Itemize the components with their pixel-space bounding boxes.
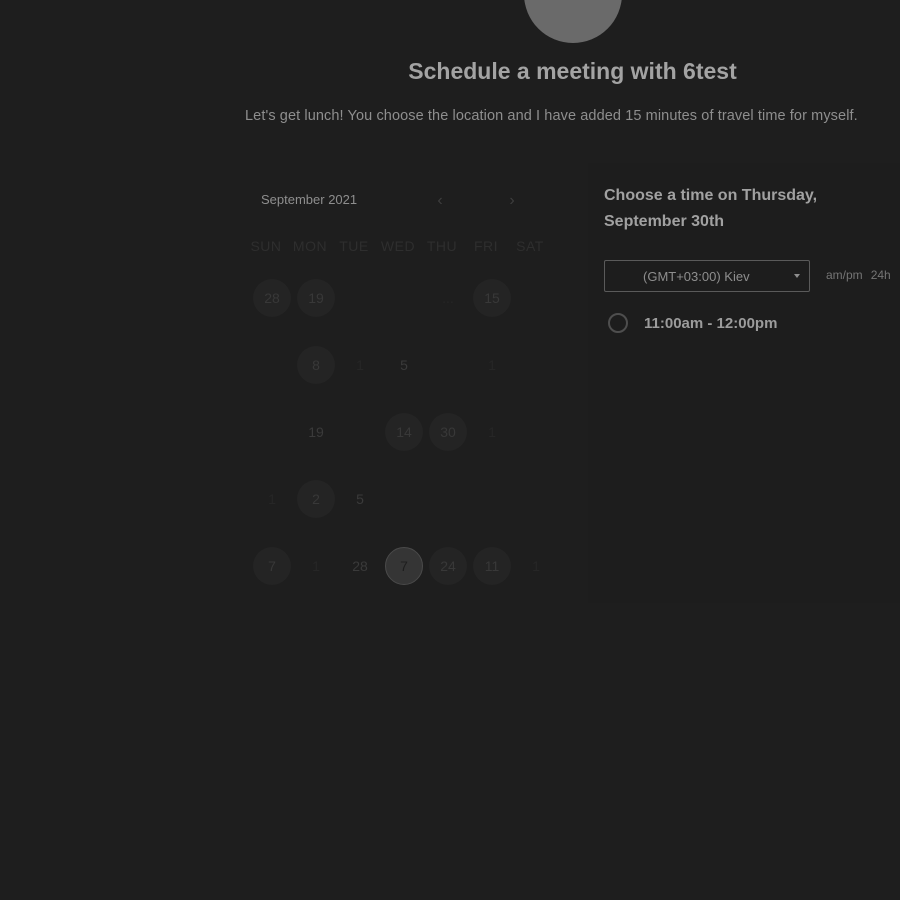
host-avatar: a <box>524 0 622 43</box>
time-format-toggle: am/pm 24h <box>826 268 891 282</box>
calendar-day[interactable]: 11 <box>473 547 511 585</box>
previous-month-button[interactable]: ‹ <box>429 190 451 212</box>
timezone-value: (GMT+03:00) Kiev <box>643 268 750 284</box>
timezone-select[interactable]: (GMT+03:00) Kiev <box>604 260 810 292</box>
calendar-day[interactable]: 19 <box>297 279 335 317</box>
calendar-day[interactable]: 30 <box>429 413 467 451</box>
calendar-day[interactable]: 28 <box>253 279 291 317</box>
weekday-label: MON <box>292 238 328 254</box>
calendar-day: 19 <box>308 424 324 440</box>
weekday-label: THU <box>426 238 458 254</box>
radio-circle-icon[interactable] <box>608 313 628 333</box>
format-24h-option[interactable]: 24h <box>871 268 891 282</box>
format-ampm-option[interactable]: am/pm <box>826 268 863 282</box>
time-slot-option[interactable]: 11:00am - 12:00pm <box>608 313 777 333</box>
calendar-day: 1 <box>312 558 320 574</box>
calendar-day: 28 <box>352 558 368 574</box>
weekday-label: WED <box>380 238 416 254</box>
calendar-day[interactable]: 8 <box>297 346 335 384</box>
chevron-right-icon: › <box>509 192 515 209</box>
next-month-button[interactable]: › <box>501 190 523 212</box>
calendar-day: 5 <box>356 491 364 507</box>
time-slot-panel: Choose a time on Thursday, September 30t… <box>588 163 900 603</box>
time-panel-heading: Choose a time on Thursday, September 30t… <box>604 187 818 230</box>
calendar-day[interactable]: 14 <box>385 413 423 451</box>
calendar-day[interactable]: 2 <box>297 480 335 518</box>
calendar-day[interactable]: 24 <box>429 547 467 585</box>
booking-page: a Schedule a meeting with 6test Let's ge… <box>0 0 900 900</box>
weekday-label: SAT <box>516 238 544 254</box>
weekday-label: TUE <box>339 238 369 254</box>
calendar-day: 1 <box>356 357 364 373</box>
date-picker-calendar: September 2021 ‹ › SUN MON TUE WED THU FRI SAT… <box>248 186 548 606</box>
calendar-day: 1 <box>488 424 496 440</box>
event-description: Let's get lunch! You choose the location… <box>245 108 858 124</box>
calendar-day: 5 <box>400 357 408 373</box>
weekday-label: SUN <box>250 238 282 254</box>
time-slot-label: 11:00am - 12:00pm <box>644 314 778 332</box>
weekday-header-row: SUN MON TUE WED THU FRI SAT <box>248 238 548 258</box>
chevron-left-icon: ‹ <box>437 192 443 209</box>
calendar-day[interactable]: 15 <box>473 279 511 317</box>
calendar-day: 1 <box>532 558 540 574</box>
calendar-day[interactable]: 7 <box>253 547 291 585</box>
calendar-day-selected[interactable]: 7 <box>385 547 423 585</box>
weekday-label: FRI <box>473 238 499 254</box>
caret-down-icon <box>794 274 800 278</box>
page-title: Schedule a meeting with 6test <box>408 58 737 84</box>
calendar-day: 1 <box>268 491 276 507</box>
calendar-day: ... <box>442 290 454 306</box>
calendar-day: 1 <box>488 357 496 373</box>
calendar-month-label: September 2021 <box>261 192 358 207</box>
